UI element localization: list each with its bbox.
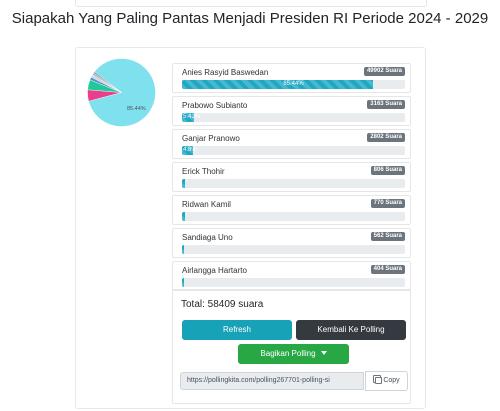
- share-label: Bagikan Polling: [260, 349, 316, 358]
- vote-count-badge: 3163 Suara: [367, 100, 405, 109]
- candidate-item: Erick Thohir 806 Suara: [172, 162, 411, 192]
- back-to-polling-button[interactable]: Kembali Ke Polling: [296, 320, 406, 340]
- progress-track: 4.8%: [182, 146, 405, 155]
- candidate-item: Prabowo Subianto 3163 Suara 5.41%: [172, 96, 411, 126]
- progress-fill: [182, 245, 185, 254]
- top-card-edge: [75, 0, 427, 7]
- total-votes: Total: 58409 suara: [181, 299, 264, 310]
- progress-track: [182, 212, 405, 221]
- candidate-name: Airlangga Hartarto: [182, 266, 247, 275]
- candidate-item: Sandiaga Uno 562 Suara: [172, 228, 411, 258]
- vote-count-badge: 770 Suara: [370, 199, 405, 208]
- percent-label: 5.41%: [183, 114, 201, 120]
- progress-fill: [182, 179, 186, 188]
- pie-chart: 85.44%: [87, 58, 156, 127]
- progress-track: [182, 179, 405, 188]
- candidate-item: Airlangga Hartarto 404 Suara: [172, 261, 411, 291]
- vote-count-badge: 49902 Suara: [363, 67, 405, 76]
- vote-count-badge: 404 Suara: [370, 265, 405, 274]
- progress-track: 5.41%: [182, 113, 405, 122]
- vote-count-badge: 2802 Suara: [367, 133, 405, 142]
- copy-label: Copy: [383, 377, 400, 384]
- candidate-name: Prabowo Subianto: [182, 101, 248, 110]
- vote-count-badge: 806 Suara: [370, 166, 405, 175]
- refresh-button[interactable]: Refresh: [182, 320, 292, 340]
- copy-icon: [373, 375, 383, 384]
- progress-fill: [182, 278, 184, 287]
- vote-count-badge: 562 Suara: [370, 232, 405, 241]
- percent-label: 4.8%: [183, 147, 197, 153]
- percent-label: 85.44%: [283, 81, 304, 87]
- share-url-input[interactable]: https://pollingkita.com/polling267701-po…: [180, 372, 364, 390]
- caret-down-icon: [320, 351, 327, 355]
- candidate-item: Ganjar Pranowo 2802 Suara 4.8%: [172, 129, 411, 159]
- candidate-name: Ganjar Pranowo: [182, 134, 240, 143]
- candidate-item: Ridwan Kamil 770 Suara: [172, 195, 411, 225]
- progress-track: [182, 278, 405, 287]
- copy-button[interactable]: Copy: [365, 371, 408, 391]
- candidate-name: Ridwan Kamil: [182, 200, 231, 209]
- candidate-item: Anies Rasyid Baswedan 49902 Suara 85.44%: [172, 63, 411, 93]
- progress-track: 85.44%: [182, 80, 405, 89]
- candidate-name: Anies Rasyid Baswedan: [182, 68, 269, 77]
- candidate-name: Erick Thohir: [182, 167, 225, 176]
- progress-fill: [182, 212, 185, 221]
- pie-slice-label: 85.44%: [127, 106, 146, 112]
- progress-track: [182, 245, 405, 254]
- candidate-name: Sandiaga Uno: [182, 233, 233, 242]
- share-polling-button[interactable]: Bagikan Polling: [238, 344, 349, 364]
- page-title: Siapakah Yang Paling Pantas Menjadi Pres…: [11, 10, 489, 27]
